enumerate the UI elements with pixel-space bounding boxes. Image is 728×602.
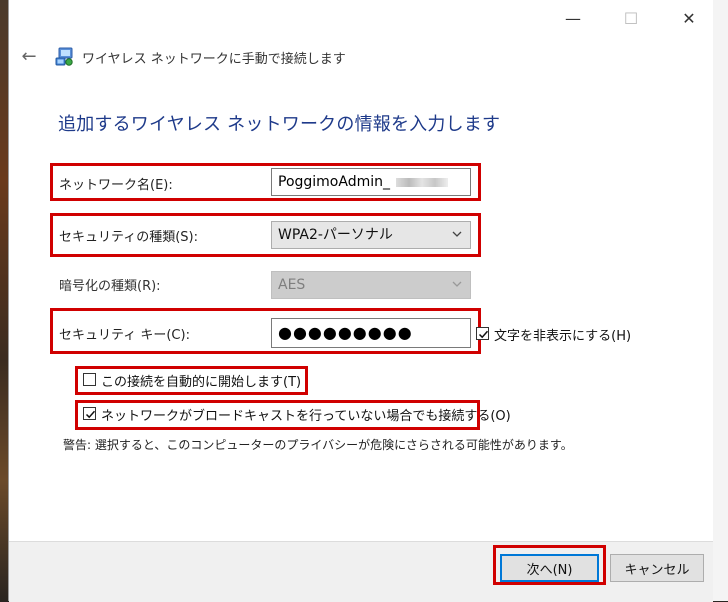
encryption-type-value: AES <box>278 277 306 293</box>
wireless-network-dialog: — ☐ ✕ ← ワイヤレス ネットワークに手動で接続します 追加するワイヤレス … <box>8 0 713 602</box>
auto-start-checkbox[interactable] <box>83 373 96 386</box>
security-type-label: セキュリティの種類(S): <box>59 230 198 245</box>
auto-start-label: この接続を自動的に開始します(T) <box>101 375 302 390</box>
connect-hidden-label: ネットワークがブロードキャストを行っていない場合でも接続する(O) <box>101 409 511 424</box>
security-key-label: セキュリティ キー(C): <box>59 328 190 343</box>
hide-characters-checkbox[interactable] <box>476 327 489 340</box>
security-key-input[interactable]: ●●●●●●●●● <box>271 318 471 348</box>
maximize-icon: ☐ <box>623 8 639 28</box>
background-window-edge <box>712 0 728 601</box>
network-name-label: ネットワーク名(E): <box>59 178 173 193</box>
nav-title: ワイヤレス ネットワークに手動で接続します <box>82 52 346 67</box>
cancel-button-label: キャンセル <box>624 562 690 578</box>
hide-characters-label: 文字を非表示にする(H) <box>494 329 632 344</box>
maximize-button: ☐ <box>608 0 654 36</box>
security-type-value: WPA2-パーソナル <box>278 227 393 243</box>
next-button-label: 次へ(N) <box>526 562 573 578</box>
dialog-footer: 次へ(N) キャンセル <box>9 541 713 602</box>
close-icon: ✕ <box>682 8 696 28</box>
connect-hidden-checkbox[interactable] <box>83 407 96 420</box>
nav-row: ← ワイヤレス ネットワークに手動で接続します <box>9 42 713 74</box>
encryption-type-label: 暗号化の種類(R): <box>59 279 161 294</box>
next-button[interactable]: 次へ(N) <box>500 554 599 582</box>
close-button[interactable]: ✕ <box>666 0 712 36</box>
minimize-icon: — <box>565 8 581 28</box>
chevron-down-icon <box>452 281 462 287</box>
back-arrow-icon: ← <box>21 46 37 67</box>
title-bar: — ☐ ✕ <box>9 0 713 38</box>
page-heading: 追加するワイヤレス ネットワークの情報を入力します <box>58 114 501 135</box>
back-button[interactable]: ← <box>19 47 39 67</box>
redaction-blur <box>396 177 449 187</box>
checkmark-icon <box>85 410 96 419</box>
encryption-type-select: AES <box>271 271 471 299</box>
cancel-button[interactable]: キャンセル <box>610 554 704 582</box>
network-name-input[interactable]: PoggimoAdmin_ <box>271 168 471 196</box>
security-type-select[interactable]: WPA2-パーソナル <box>271 221 471 249</box>
security-key-value: ●●●●●●●●● <box>278 323 413 342</box>
minimize-button[interactable]: — <box>550 0 596 36</box>
privacy-warning: 警告: 選択すると、このコンピューターのプライバシーが危険にさらされる可能性があ… <box>63 438 573 452</box>
network-name-value: PoggimoAdmin_ <box>278 174 390 190</box>
checkmark-icon <box>478 330 489 339</box>
chevron-down-icon <box>452 231 462 237</box>
network-icon <box>55 47 73 66</box>
